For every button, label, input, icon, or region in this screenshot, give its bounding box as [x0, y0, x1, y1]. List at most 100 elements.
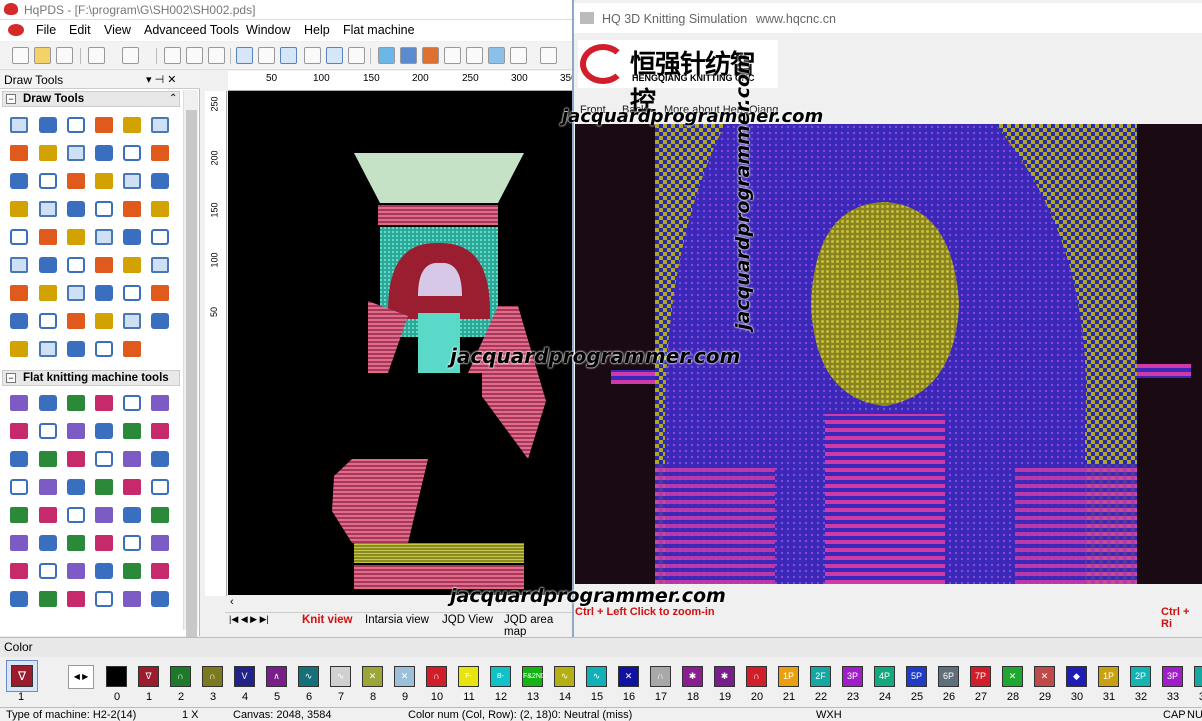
color-swatch-18[interactable]: ✱: [682, 666, 703, 687]
brush-tool-icon[interactable]: [67, 201, 85, 217]
zoom-tool-icon[interactable]: [151, 173, 169, 189]
icon-view-icon[interactable]: [280, 47, 297, 64]
filled-rectangle-tool-icon[interactable]: [39, 145, 57, 161]
color-swatch-34[interactable]: [1194, 666, 1202, 687]
carriage-tool-icon[interactable]: [151, 395, 169, 411]
curve-tool-icon[interactable]: [10, 451, 28, 467]
tab-intarsia-view[interactable]: Intarsia view: [365, 614, 429, 626]
transfer-tool-icon[interactable]: [67, 229, 85, 245]
redo-icon[interactable]: [122, 47, 139, 64]
diamond-tool-icon[interactable]: [151, 451, 169, 467]
carriage-tool-icon[interactable]: [123, 229, 141, 245]
color-swatch-7[interactable]: ∿: [330, 666, 351, 687]
new-file-icon[interactable]: [12, 47, 29, 64]
rectangle-select-tool-icon[interactable]: [39, 117, 57, 133]
color-swatch-19[interactable]: ✱: [714, 666, 735, 687]
color-swatch-4[interactable]: V: [234, 666, 255, 687]
color-swatch-33[interactable]: 3P: [1162, 666, 1183, 687]
line-tool-icon[interactable]: [151, 423, 169, 439]
brush-tool-icon[interactable]: [67, 341, 85, 357]
rectangle-tool-icon[interactable]: [39, 451, 57, 467]
rectangle-select-tool-icon[interactable]: [67, 423, 85, 439]
section-draw-tools[interactable]: − Draw Tools ⌃: [2, 91, 180, 107]
yarn-carrier-tool-icon[interactable]: [10, 563, 28, 579]
filled-rectangle-tool-icon[interactable]: [39, 285, 57, 301]
needle-tool-icon[interactable]: [123, 535, 141, 551]
knit-view-icon[interactable]: [326, 47, 343, 64]
polyline-tool-icon[interactable]: [123, 423, 141, 439]
ellipse-tool-icon[interactable]: [95, 285, 113, 301]
pointer-tool-icon[interactable]: [39, 423, 57, 439]
pointer-tool-icon[interactable]: [39, 563, 57, 579]
line-tool-icon[interactable]: [123, 257, 141, 273]
rectangle-tool-icon[interactable]: [10, 285, 28, 301]
color-swatch-13[interactable]: F&2ND: [522, 666, 546, 687]
paste-icon[interactable]: [208, 47, 225, 64]
transform-tool-icon[interactable]: [10, 535, 28, 551]
rectangle-tool-icon[interactable]: [10, 145, 28, 161]
export-icon[interactable]: [488, 47, 505, 64]
transfer-tool-icon[interactable]: [95, 395, 113, 411]
repeat-tool-icon[interactable]: [39, 341, 57, 357]
color-swatch-10[interactable]: ∩: [426, 666, 447, 687]
menu-edit[interactable]: Edit: [69, 23, 91, 37]
ellipse-tool-icon[interactable]: [95, 145, 113, 161]
eraser-tool-icon[interactable]: [123, 507, 141, 523]
text-tool-icon[interactable]: [10, 173, 28, 189]
window-icon[interactable]: [510, 47, 527, 64]
diamond-tool-icon[interactable]: [151, 591, 169, 607]
menu-flat-machine[interactable]: Flat machine: [343, 23, 415, 37]
grid-tool-icon[interactable]: [39, 313, 57, 329]
pointer-tool-icon[interactable]: [10, 257, 28, 273]
rectangle-select-tool-icon[interactable]: [67, 563, 85, 579]
menu-view[interactable]: View: [104, 23, 131, 37]
menu-help[interactable]: Help: [304, 23, 330, 37]
color-swatch-5[interactable]: ∧: [266, 666, 287, 687]
tab-knit-view[interactable]: Knit view: [302, 614, 352, 626]
color-swatch-15[interactable]: ∿: [586, 666, 607, 687]
eyedropper-tool-icon[interactable]: [151, 507, 169, 523]
rectangle-select-tool-icon[interactable]: [39, 257, 57, 273]
grid-tool-icon[interactable]: [67, 479, 85, 495]
color-swatch-9[interactable]: ✕: [394, 666, 415, 687]
color-swatch-3[interactable]: ∩: [202, 666, 223, 687]
brush-tool-icon[interactable]: [95, 507, 113, 523]
color-swatch-26[interactable]: 6P: [938, 666, 959, 687]
color-swatch-22[interactable]: 2F: [810, 666, 831, 687]
design-canvas[interactable]: [228, 91, 575, 595]
tile-icon[interactable]: [540, 47, 557, 64]
eraser-tool-icon[interactable]: [95, 201, 113, 217]
rounded-rectangle-tool-icon[interactable]: [67, 285, 85, 301]
pencil-tool-icon[interactable]: [67, 117, 85, 133]
curve-tool-icon[interactable]: [10, 591, 28, 607]
repeat-tool-icon[interactable]: [67, 507, 85, 523]
undo-icon[interactable]: [88, 47, 105, 64]
measure-tool-icon[interactable]: [10, 201, 28, 217]
fill-tool-icon[interactable]: [151, 145, 169, 161]
pencil-tool-icon[interactable]: [67, 257, 85, 273]
transform-tool-icon[interactable]: [151, 201, 169, 217]
grid-icon[interactable]: [236, 47, 253, 64]
rectangle-tool-icon[interactable]: [39, 591, 57, 607]
color-swatch-21[interactable]: 1P: [778, 666, 799, 687]
diamond-tool-icon[interactable]: [123, 285, 141, 301]
color-swatch-25[interactable]: 5P: [906, 666, 927, 687]
color-swatch-28[interactable]: ✕: [1002, 666, 1023, 687]
ellipse-tool-icon[interactable]: [123, 451, 141, 467]
color-swatch-27[interactable]: 7P: [970, 666, 991, 687]
color-swatch-1[interactable]: ∇: [138, 666, 159, 687]
yarn-carrier-tool-icon[interactable]: [151, 229, 169, 245]
tab-jqd-area-map[interactable]: JQD area map: [504, 614, 575, 638]
transfer-tool-icon[interactable]: [95, 535, 113, 551]
select-icon[interactable]: [348, 47, 365, 64]
text-tool-icon[interactable]: [39, 479, 57, 495]
color-swatch-11[interactable]: F-2ND: [458, 666, 479, 699]
yarn-carrier-tool-icon[interactable]: [10, 423, 28, 439]
eraser-tool-icon[interactable]: [95, 341, 113, 357]
measure-tool-icon[interactable]: [10, 341, 28, 357]
section-flat-knitting-tools[interactable]: − Flat knitting machine tools: [2, 370, 180, 386]
zoom-tool-icon[interactable]: [151, 313, 169, 329]
palette-scroll-icon[interactable]: ◀ ▶: [68, 665, 94, 689]
color-swatch-6[interactable]: ∿: [298, 666, 319, 687]
move-icon[interactable]: [304, 47, 321, 64]
